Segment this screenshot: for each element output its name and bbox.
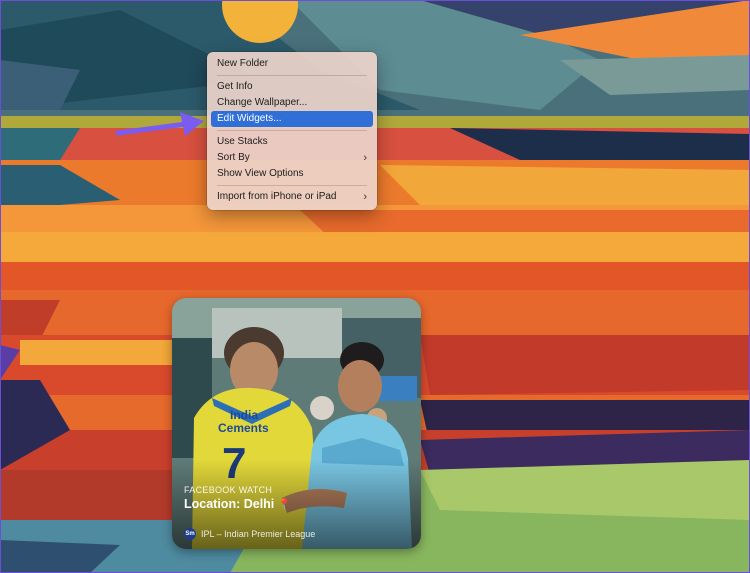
- menu-item-import-from-iphone[interactable]: Import from iPhone or iPad ›: [211, 189, 373, 205]
- menu-item-use-stacks[interactable]: Use Stacks: [211, 134, 373, 150]
- page-avatar: Sm: [184, 528, 196, 540]
- pin-icon: 📍: [277, 499, 292, 511]
- menu-item-edit-widgets[interactable]: Edit Widgets...: [211, 111, 373, 127]
- widget-source-label: FACEBOOK WATCH: [184, 485, 273, 495]
- menu-item-label: Use Stacks: [217, 136, 268, 147]
- facebook-watch-widget[interactable]: India Cements 7 FACEBOOK WATCH Location:…: [172, 298, 421, 549]
- widget-title-text: Location: Delhi: [184, 497, 275, 511]
- menu-item-label: Get Info: [217, 81, 253, 92]
- chevron-right-icon: ›: [363, 191, 367, 203]
- jersey-text: Cements: [218, 421, 269, 435]
- menu-item-label: Sort By: [217, 152, 250, 163]
- menu-item-show-view-options[interactable]: Show View Options: [211, 166, 373, 182]
- jersey-text: India: [230, 408, 258, 422]
- menu-item-label: Import from iPhone or iPad: [217, 191, 337, 202]
- desktop-context-menu: New Folder Get Info Change Wallpaper... …: [207, 52, 377, 210]
- annotation-arrow-icon: [115, 112, 204, 136]
- chevron-right-icon: ›: [363, 152, 367, 164]
- widget-title: Location: Delhi 📍: [184, 497, 291, 511]
- menu-item-label: Edit Widgets...: [217, 113, 282, 124]
- widget-footer: Sm IPL – Indian Premier League: [184, 528, 315, 540]
- menu-separator: [217, 185, 367, 186]
- menu-item-sort-by[interactable]: Sort By ›: [211, 150, 373, 166]
- menu-separator: [217, 75, 367, 76]
- menu-item-label: Change Wallpaper...: [217, 97, 308, 108]
- menu-item-change-wallpaper[interactable]: Change Wallpaper...: [211, 95, 373, 111]
- widget-footer-text: IPL – Indian Premier League: [201, 529, 316, 539]
- menu-item-get-info[interactable]: Get Info: [211, 79, 373, 95]
- menu-separator: [217, 130, 367, 131]
- menu-item-label: New Folder: [217, 58, 269, 69]
- menu-item-new-folder[interactable]: New Folder: [211, 56, 373, 72]
- menu-item-label: Show View Options: [217, 168, 304, 179]
